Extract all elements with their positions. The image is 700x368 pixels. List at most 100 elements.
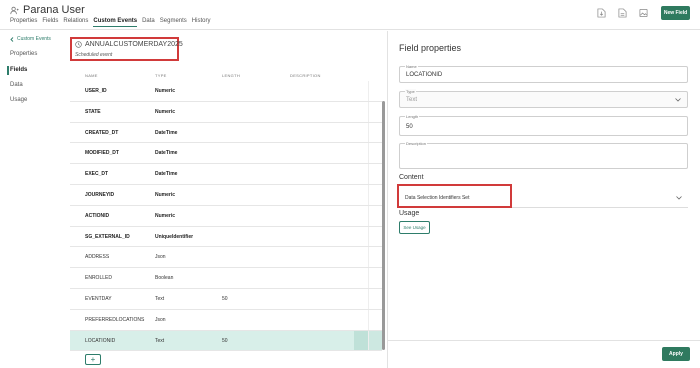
row-action-cell bbox=[368, 143, 382, 164]
table-row[interactable]: PREFERREDLOCATIONS Json bbox=[70, 309, 382, 331]
back-link[interactable]: Custom Events bbox=[10, 36, 51, 42]
cell-type: DateTime bbox=[155, 171, 178, 178]
table-row[interactable]: SG_EXTERNAL_ID UniqueIdentifier bbox=[70, 226, 382, 248]
cell-type: Text bbox=[155, 337, 165, 344]
table-row[interactable]: CREATED_DT DateTime bbox=[70, 122, 382, 144]
description-field-label: Description bbox=[405, 141, 428, 146]
name-field-label: Name bbox=[405, 64, 418, 69]
apply-button[interactable]: Apply bbox=[662, 347, 690, 361]
length-field-value: 50 bbox=[406, 124, 413, 130]
table-row[interactable]: EVENTDAY Text 50 bbox=[70, 288, 382, 310]
clock-icon bbox=[75, 41, 82, 48]
column-header-description[interactable]: DESCRIPTION bbox=[290, 73, 321, 78]
table-row[interactable]: STATE Numeric bbox=[70, 101, 382, 123]
table-row[interactable]: ACTIONID Numeric bbox=[70, 205, 382, 227]
table-row[interactable]: MODIFIED_DT DateTime bbox=[70, 143, 382, 165]
tab-custom-events[interactable]: Custom Events bbox=[93, 18, 138, 27]
document-icon[interactable] bbox=[618, 8, 627, 18]
nav-item-data[interactable]: Data bbox=[10, 82, 23, 88]
row-action-cell bbox=[354, 102, 368, 122]
row-action-cell bbox=[354, 81, 368, 101]
nav-active-indicator bbox=[7, 66, 9, 75]
cell-name: EVENTDAY bbox=[85, 295, 112, 302]
add-field-button[interactable]: + bbox=[85, 354, 101, 365]
row-action-cell bbox=[354, 289, 368, 309]
panel-title: Field properties bbox=[399, 43, 462, 53]
column-header-type[interactable]: TYPE bbox=[155, 73, 167, 78]
row-action-cell bbox=[354, 123, 368, 143]
cell-type: Numeric bbox=[155, 108, 176, 115]
user-icon bbox=[10, 6, 19, 14]
content-select[interactable]: Data Selection Identifiers Set bbox=[397, 184, 688, 208]
row-action-cell bbox=[368, 122, 382, 143]
nav-item-properties[interactable]: Properties bbox=[10, 51, 37, 57]
image-icon[interactable] bbox=[639, 8, 648, 18]
event-name: ANNUALCUSTOMERDAY2025 bbox=[85, 41, 183, 48]
length-field[interactable]: Length 50 bbox=[399, 114, 688, 136]
chevron-down-icon bbox=[676, 196, 682, 200]
table-row[interactable]: USER_ID Numeric bbox=[70, 81, 382, 102]
cell-type: Boolean bbox=[155, 275, 174, 282]
cell-name: JOURNEYID bbox=[85, 191, 115, 198]
content-heading: Content bbox=[399, 174, 424, 181]
header-actions bbox=[597, 8, 648, 18]
panel-divider bbox=[388, 340, 700, 341]
cell-type: Json bbox=[155, 316, 166, 323]
row-action-cell bbox=[354, 143, 368, 163]
see-usage-button[interactable]: See Usage bbox=[399, 221, 430, 234]
cell-type: Numeric bbox=[155, 212, 176, 219]
field-properties-panel: Field properties Name LOCATIONID Type Te… bbox=[387, 31, 700, 368]
content-select-value: Data Selection Identifiers Set bbox=[405, 195, 470, 201]
back-label: Custom Events bbox=[17, 36, 51, 42]
row-action-cell bbox=[368, 247, 382, 268]
description-field[interactable]: Description bbox=[399, 141, 688, 169]
table-row[interactable]: LOCATIONID Text 50 bbox=[70, 330, 382, 352]
row-action-cell bbox=[368, 226, 382, 247]
event-subtitle: Scheduled event bbox=[75, 52, 113, 58]
left-nav: Custom Events Properties Fields Data Usage bbox=[0, 31, 70, 368]
import-icon[interactable] bbox=[597, 8, 606, 18]
column-header-length[interactable]: LENGTH bbox=[222, 73, 240, 78]
row-action-cell bbox=[354, 247, 368, 267]
title-row: Parana User bbox=[10, 4, 85, 16]
event-name-row: ANNUALCUSTOMERDAY2025 bbox=[75, 41, 183, 48]
length-field-label: Length bbox=[405, 114, 420, 119]
cell-name: CREATED_DT bbox=[85, 129, 119, 136]
table-row[interactable]: EXEC_DT DateTime bbox=[70, 164, 382, 185]
nav-item-usage[interactable]: Usage bbox=[10, 97, 27, 103]
cell-type: DateTime bbox=[155, 150, 178, 157]
nav-item-fields[interactable]: Fields bbox=[10, 67, 27, 73]
table-scrollbar[interactable] bbox=[382, 101, 385, 350]
row-action-cell bbox=[354, 330, 368, 351]
tab-history[interactable]: History bbox=[192, 18, 211, 27]
row-action-cell bbox=[368, 164, 382, 184]
cell-name: MODIFIED_DT bbox=[85, 150, 119, 157]
type-select-label: Type bbox=[405, 89, 416, 94]
cell-name: ACTIONID bbox=[85, 212, 110, 219]
table-row[interactable]: ADDRESS Json bbox=[70, 247, 382, 269]
tab-relations[interactable]: Relations bbox=[63, 18, 88, 27]
column-header-name[interactable]: NAME bbox=[85, 73, 98, 78]
tab-fields[interactable]: Fields bbox=[42, 18, 58, 27]
chevron-left-icon bbox=[10, 36, 14, 42]
cell-name: USER_ID bbox=[85, 88, 107, 94]
name-field[interactable]: Name LOCATIONID bbox=[399, 64, 688, 83]
event-header-highlight: ANNUALCUSTOMERDAY2025 Scheduled event bbox=[70, 37, 183, 61]
table-row[interactable]: JOURNEYID Numeric bbox=[70, 184, 382, 206]
row-action-cell bbox=[368, 101, 382, 122]
tab-properties[interactable]: Properties bbox=[10, 18, 37, 27]
table-row[interactable]: ENROLLED Boolean bbox=[70, 268, 382, 289]
tab-data[interactable]: Data bbox=[142, 18, 155, 27]
type-select[interactable]: Type Text bbox=[399, 89, 688, 108]
table-header: NAME TYPE LENGTH DESCRIPTION bbox=[70, 71, 386, 81]
tab-segments[interactable]: Segments bbox=[160, 18, 187, 27]
cell-name: ADDRESS bbox=[85, 254, 110, 261]
tab-bar: Properties Fields Relations Custom Events Da… bbox=[10, 18, 210, 27]
row-action-cell bbox=[368, 309, 382, 330]
row-action-cell bbox=[368, 184, 382, 205]
cell-type: Text bbox=[155, 295, 165, 302]
main-content: ANNUALCUSTOMERDAY2025 Scheduled event NA… bbox=[70, 31, 386, 368]
new-field-button[interactable]: New Field bbox=[661, 6, 690, 20]
row-action-cell bbox=[368, 81, 382, 101]
usage-heading: Usage bbox=[399, 210, 420, 217]
